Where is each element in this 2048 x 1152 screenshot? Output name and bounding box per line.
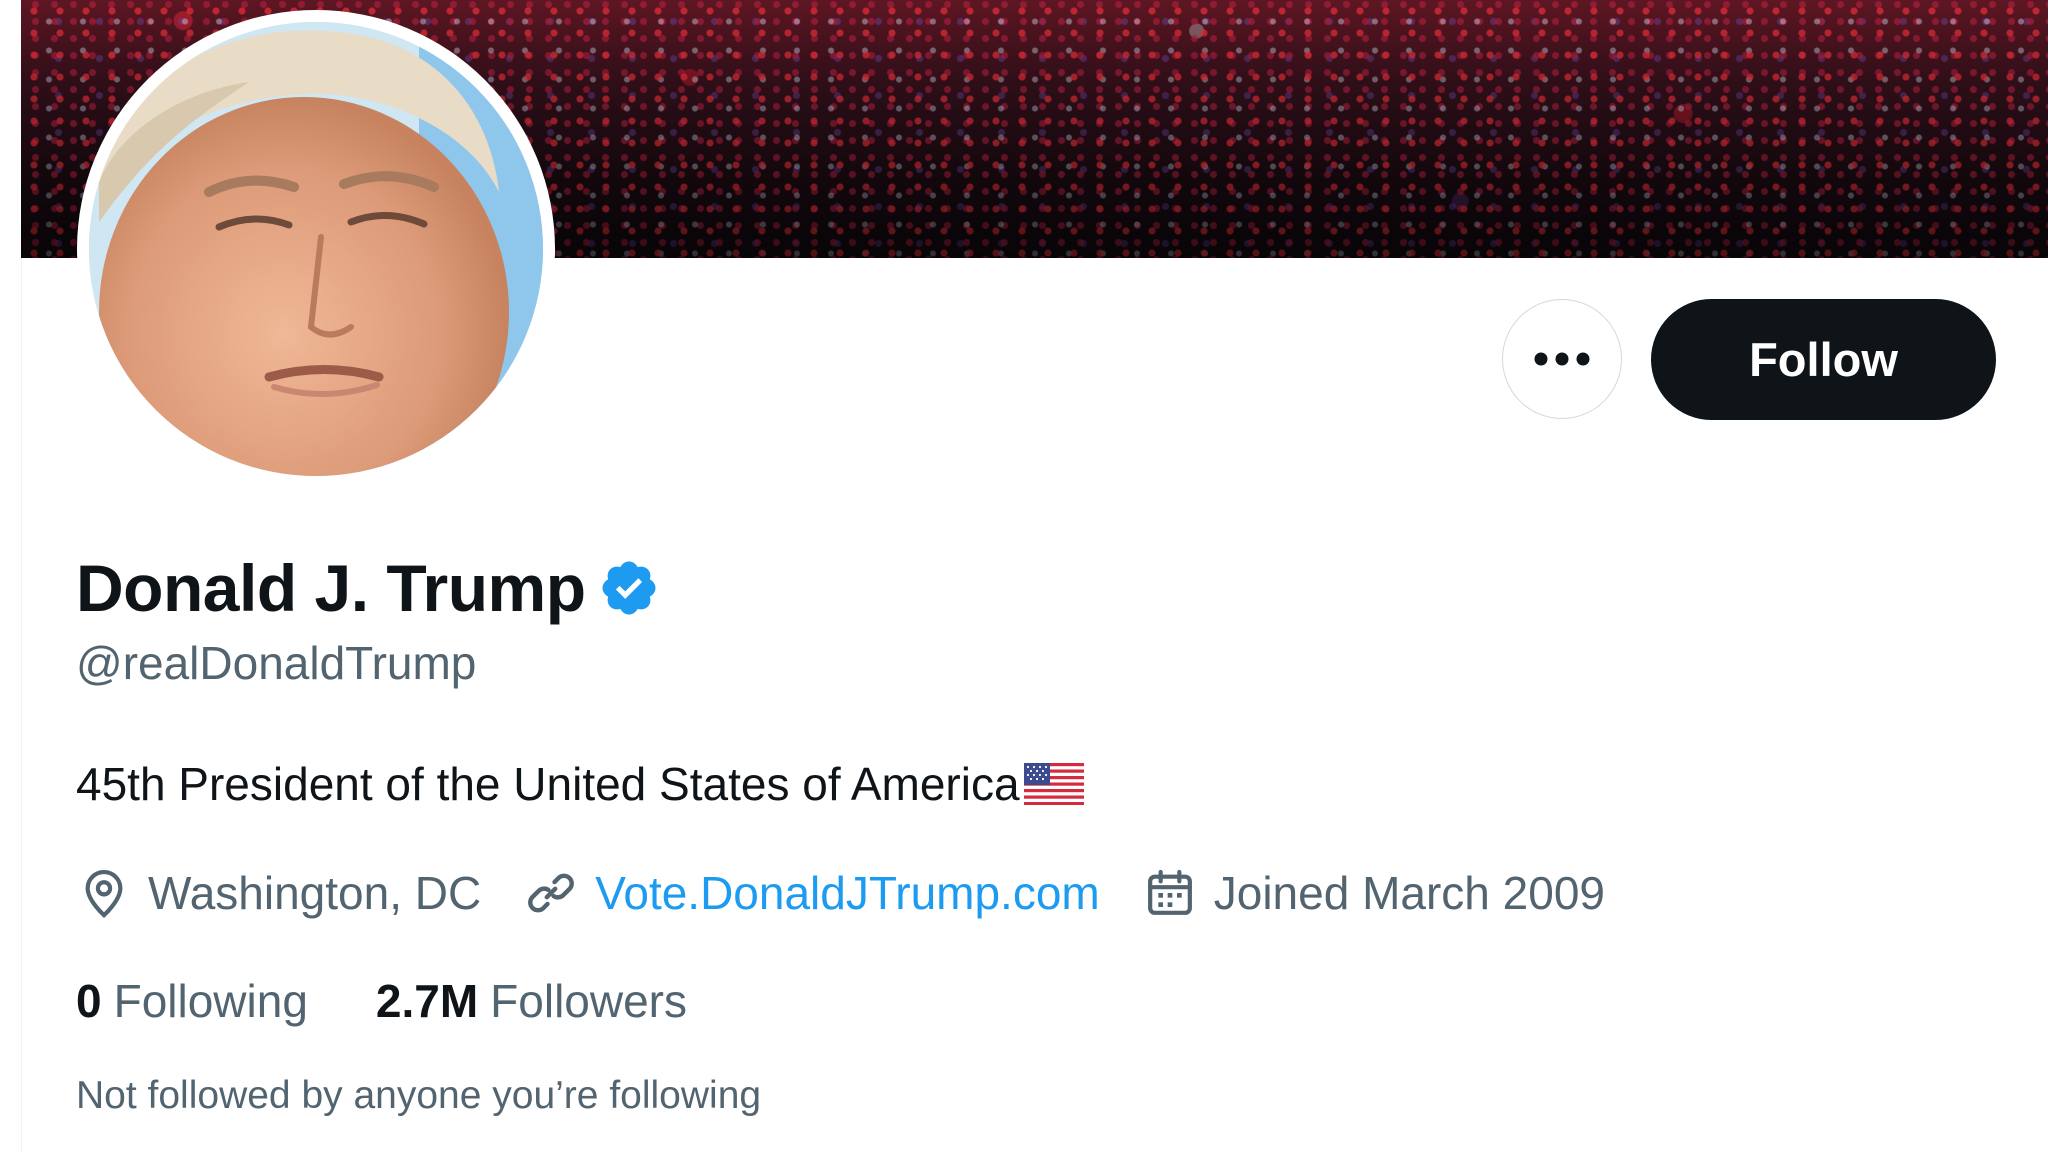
- follow-button-label: Follow: [1749, 333, 1898, 386]
- followers-count: 2.7M: [375, 975, 479, 1027]
- us-flag-emoji: [1023, 763, 1084, 805]
- panel-border: [21, 258, 22, 1152]
- profile-handle: @realDonaldTrump: [76, 637, 477, 689]
- following-stat-link[interactable]: 0 Following: [76, 974, 308, 1028]
- avatar-photo: [89, 22, 543, 476]
- profile-meta-row: Washington, DC Vote.DonaldJTrump.com Joi…: [76, 858, 1605, 928]
- bio-text: 45th President of the United States of A…: [76, 758, 1020, 810]
- location-pin-icon: [85, 869, 123, 918]
- following-count: 0: [76, 975, 102, 1027]
- followers-label: Followers: [490, 975, 687, 1027]
- followed-by-notice: Not followed by anyone you’re following: [76, 1074, 762, 1117]
- profile-location: Washington, DC: [76, 865, 481, 921]
- profile-name-row: Donald J. Trump: [76, 548, 660, 628]
- profile-bio: 45th President of the United States of A…: [76, 757, 1084, 811]
- profile-joined-date: Joined March 2009: [1142, 865, 1605, 921]
- display-name: Donald J. Trump: [76, 551, 586, 625]
- link-icon: [528, 873, 575, 913]
- window-edge: [0, 0, 21, 1152]
- calendar-icon: [1147, 869, 1192, 915]
- profile-website[interactable]: Vote.DonaldJTrump.com: [523, 865, 1100, 921]
- more-options-button[interactable]: [1502, 299, 1622, 419]
- avatar-face-illustration: [89, 22, 543, 476]
- followers-stat-link[interactable]: 2.7M Followers: [376, 974, 687, 1028]
- location-text: Washington, DC: [148, 867, 482, 919]
- following-label: Following: [113, 975, 308, 1027]
- joined-text: Joined March 2009: [1213, 867, 1605, 919]
- verified-badge-icon[interactable]: [598, 557, 660, 619]
- profile-avatar[interactable]: [77, 10, 555, 488]
- follow-button[interactable]: Follow: [1651, 299, 1996, 420]
- website-link[interactable]: Vote.DonaldJTrump.com: [595, 866, 1100, 920]
- profile-stats-row: 0 Following 2.7M Followers: [76, 966, 687, 1036]
- more-horizontal-icon: [1534, 352, 1590, 366]
